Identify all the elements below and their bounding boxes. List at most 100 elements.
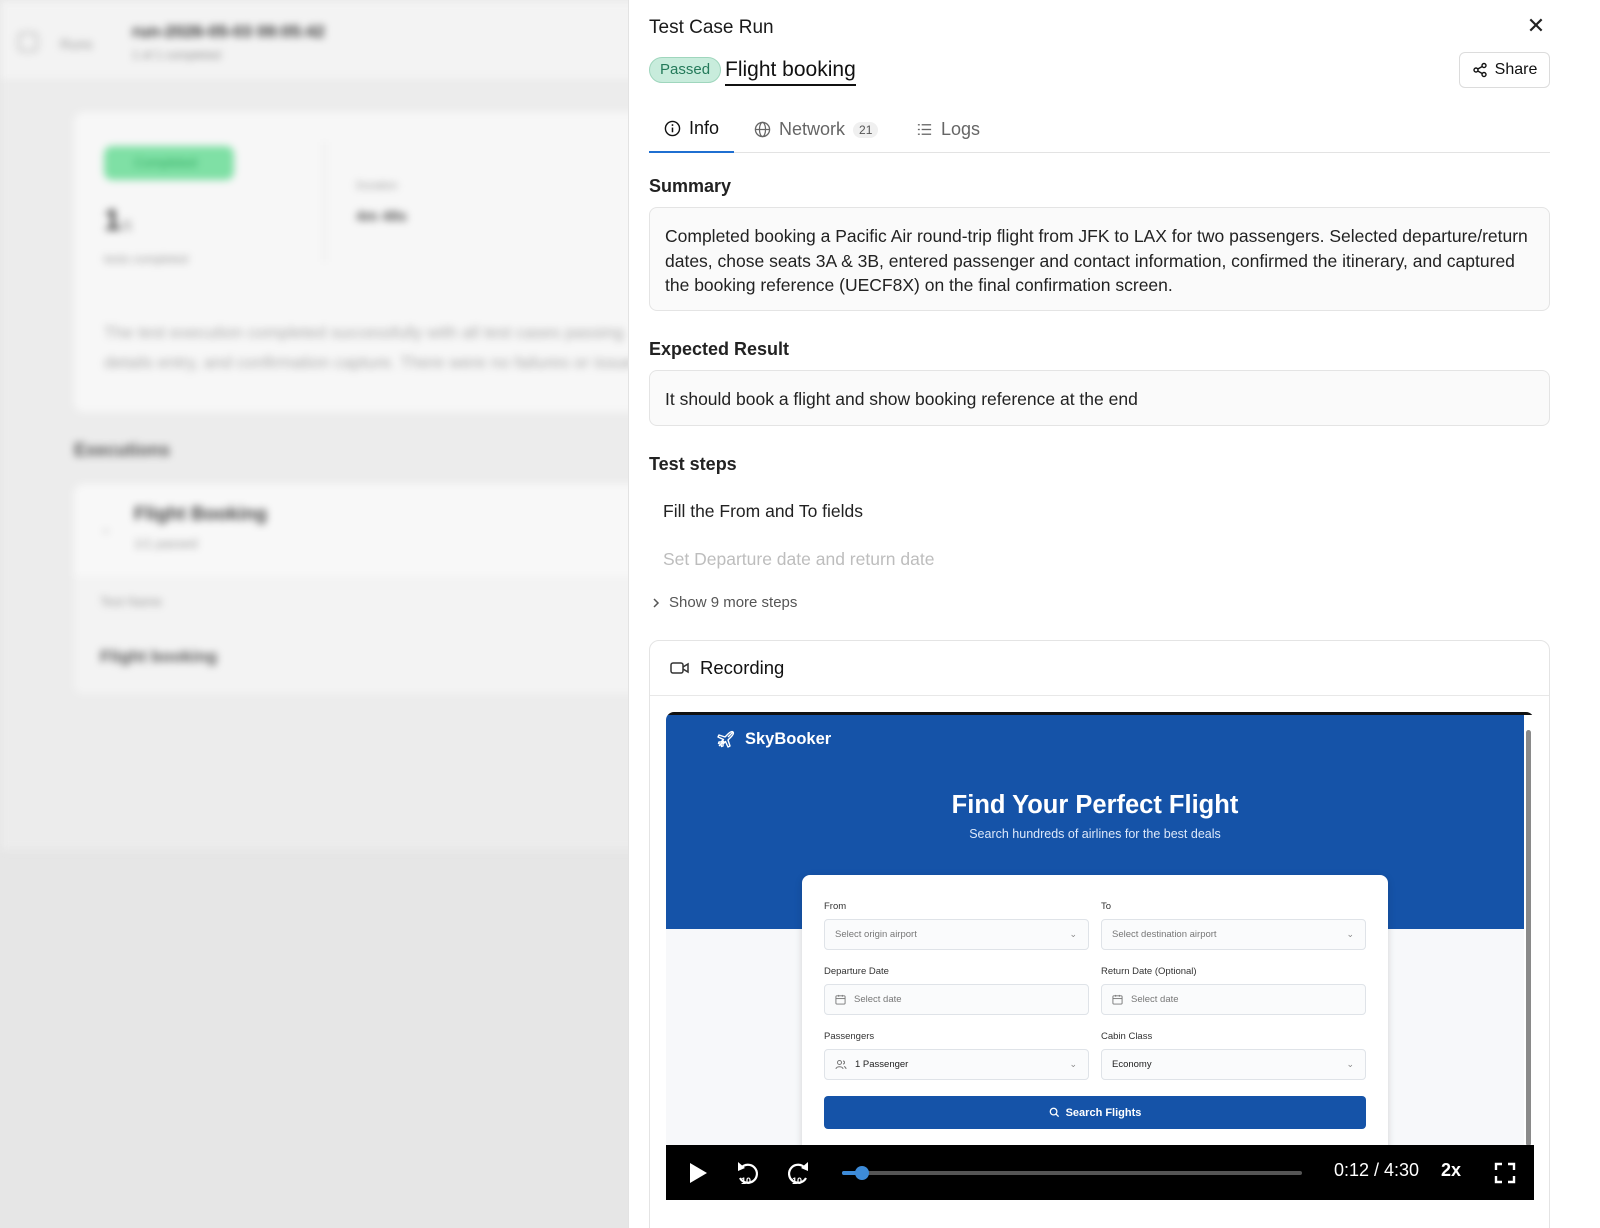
tab-bar: Info Network 21 Logs — [649, 106, 1550, 153]
video-progress-handle[interactable] — [855, 1166, 870, 1180]
list-icon — [917, 124, 932, 135]
run-description-line: details entry, and confirmation capture.… — [104, 353, 647, 372]
run-description-line: The test execution completed successfull… — [104, 323, 624, 342]
play-button[interactable] — [680, 1145, 716, 1200]
video-time: 0:12 / 4:30 — [1334, 1160, 1420, 1180]
recording-video[interactable]: SkyBooker Find Your Perfect Flight Searc… — [666, 712, 1534, 1200]
departure-date-label: Departure Date — [824, 966, 889, 977]
run-summary-card: Completed 1/1 tests completed Duration 4… — [74, 112, 660, 412]
tab-label: Logs — [941, 119, 981, 139]
recording-header: Recording — [650, 641, 1549, 696]
from-placeholder: Select origin airport — [835, 929, 917, 940]
video-controls: 10 10 0:12 / 4:30 2x — [666, 1145, 1534, 1200]
executions-title: Executions — [74, 440, 171, 460]
chevron-down-icon: ⌄ — [1346, 1059, 1354, 1069]
info-icon — [664, 120, 681, 137]
video-scrollbar — [1524, 718, 1532, 1148]
cabin-class-select[interactable]: Economy ⌄ — [1101, 1049, 1366, 1080]
cabin-class-label: Cabin Class — [1101, 1031, 1153, 1042]
globe-icon — [754, 121, 771, 138]
expected-result-box: It should book a flight and show booking… — [649, 370, 1550, 426]
run-subtitle: 1 of 1 completed — [132, 48, 221, 62]
run-title: run-2026-05-03 09:05:42 — [132, 22, 325, 41]
forward-seconds: 10 — [792, 1176, 803, 1186]
calendar-icon — [1112, 994, 1123, 1005]
video-scrollbar-thumb — [1526, 730, 1531, 1146]
close-icon: ✕ — [1526, 13, 1546, 38]
completed-count-label: tests completed — [104, 252, 189, 266]
calendar-icon — [835, 994, 846, 1005]
passengers-label: Passengers — [824, 1031, 875, 1042]
video-progress-bar[interactable] — [842, 1166, 1302, 1180]
breadcrumb: Runs — [60, 36, 93, 52]
return-date-field[interactable]: Select date — [1101, 984, 1366, 1015]
tab-info[interactable]: Info — [649, 106, 734, 153]
fullscreen-icon — [1494, 1162, 1516, 1183]
drawer-title: Test Case Run — [649, 17, 774, 38]
return-date-placeholder: Select date — [1131, 994, 1179, 1005]
hero-title: Find Your Perfect Flight — [951, 791, 1239, 819]
passengers-select[interactable]: 1 Passenger ⌄ — [824, 1049, 1089, 1080]
execution-subtitle: 1/1 passed — [134, 536, 198, 551]
divider — [324, 142, 325, 262]
network-count-badge: 21 — [853, 121, 879, 138]
test-case-run-drawer: Test Case Run ✕ Passed Flight booking Sh… — [628, 0, 1600, 1228]
plane-icon — [717, 730, 735, 748]
search-flights-label: Search Flights — [1065, 1106, 1142, 1119]
passengers-value: 1 Passenger — [855, 1059, 909, 1070]
rewind-seconds: 10 — [741, 1176, 752, 1186]
summary-box: Completed booking a Pacific Air round-tr… — [649, 207, 1550, 311]
flight-search-form: From Select origin airport ⌄ To Select d… — [802, 875, 1388, 1165]
tab-logs[interactable]: Logs — [901, 106, 995, 153]
to-select[interactable]: Select destination airport ⌄ — [1101, 919, 1366, 950]
chevron-down-icon: ⌄ — [100, 520, 112, 536]
brand-name: SkyBooker — [745, 729, 832, 748]
tab-network[interactable]: Network 21 — [739, 106, 893, 153]
expected-result-text: It should book a flight and show booking… — [665, 389, 1138, 409]
test-row[interactable]: Flight booking — [100, 647, 217, 667]
test-step: Set Departure date and return date — [663, 549, 935, 569]
search-icon — [1049, 1107, 1059, 1118]
video-camera-icon — [670, 662, 689, 674]
rewind-10-button[interactable]: 10 — [728, 1145, 768, 1200]
chevron-right-icon — [653, 597, 660, 608]
share-label: Share — [1494, 61, 1538, 78]
completed-count-value: 1 — [104, 204, 121, 237]
menu-icon — [18, 32, 38, 52]
duration-value: 4m 48s — [356, 208, 407, 225]
fullscreen-button[interactable] — [1490, 1145, 1520, 1200]
background-header: Runs run-2026-05-03 09:05:42 1 of 1 comp… — [0, 0, 660, 82]
playback-speed-button[interactable]: 2x — [1441, 1160, 1461, 1181]
show-more-steps-label: Show 9 more steps — [669, 594, 798, 611]
play-icon — [690, 1162, 707, 1183]
summary-text: Completed booking a Pacific Air round-tr… — [665, 226, 1528, 295]
executions-card: ⌄ Flight Booking 1/1 passed Test Name Fl… — [74, 484, 660, 694]
completed-count: 1/1 — [104, 204, 132, 238]
users-icon — [835, 1060, 847, 1070]
hero-subtitle: Search hundreds of airlines for the best… — [969, 827, 1221, 841]
to-placeholder: Select destination airport — [1112, 929, 1217, 940]
recording-card: Recording SkyBooker Find Your Perfect Fl… — [649, 640, 1550, 1228]
execution-row[interactable]: ⌄ Flight Booking 1/1 passed — [74, 484, 660, 576]
to-label: To — [1101, 901, 1112, 912]
close-button[interactable]: ✕ — [1523, 14, 1549, 40]
return-date-label: Return Date (Optional) — [1101, 966, 1197, 977]
run-status-badge: Completed — [104, 146, 234, 180]
show-more-steps-button[interactable]: Show 9 more steps — [651, 594, 797, 611]
test-case-name-link[interactable]: Flight booking — [725, 57, 856, 86]
test-steps-title: Test steps — [649, 454, 737, 474]
tab-label: Network — [779, 119, 846, 139]
test-name-header: Test Name — [100, 594, 163, 609]
completed-count-suffix: /1 — [120, 217, 133, 233]
forward-10-button[interactable]: 10 — [778, 1145, 818, 1200]
chevron-down-icon: ⌄ — [1069, 1059, 1077, 1069]
from-select[interactable]: Select origin airport ⌄ — [824, 919, 1089, 950]
share-icon — [1472, 62, 1487, 78]
search-flights-button[interactable]: Search Flights — [824, 1096, 1366, 1129]
share-button[interactable]: Share — [1459, 52, 1550, 88]
tab-label: Info — [688, 118, 719, 138]
departure-date-field[interactable]: Select date — [824, 984, 1089, 1015]
expected-result-title: Expected Result — [649, 339, 790, 359]
chevron-down-icon: ⌄ — [1346, 929, 1354, 939]
cabin-class-value: Economy — [1112, 1059, 1152, 1070]
